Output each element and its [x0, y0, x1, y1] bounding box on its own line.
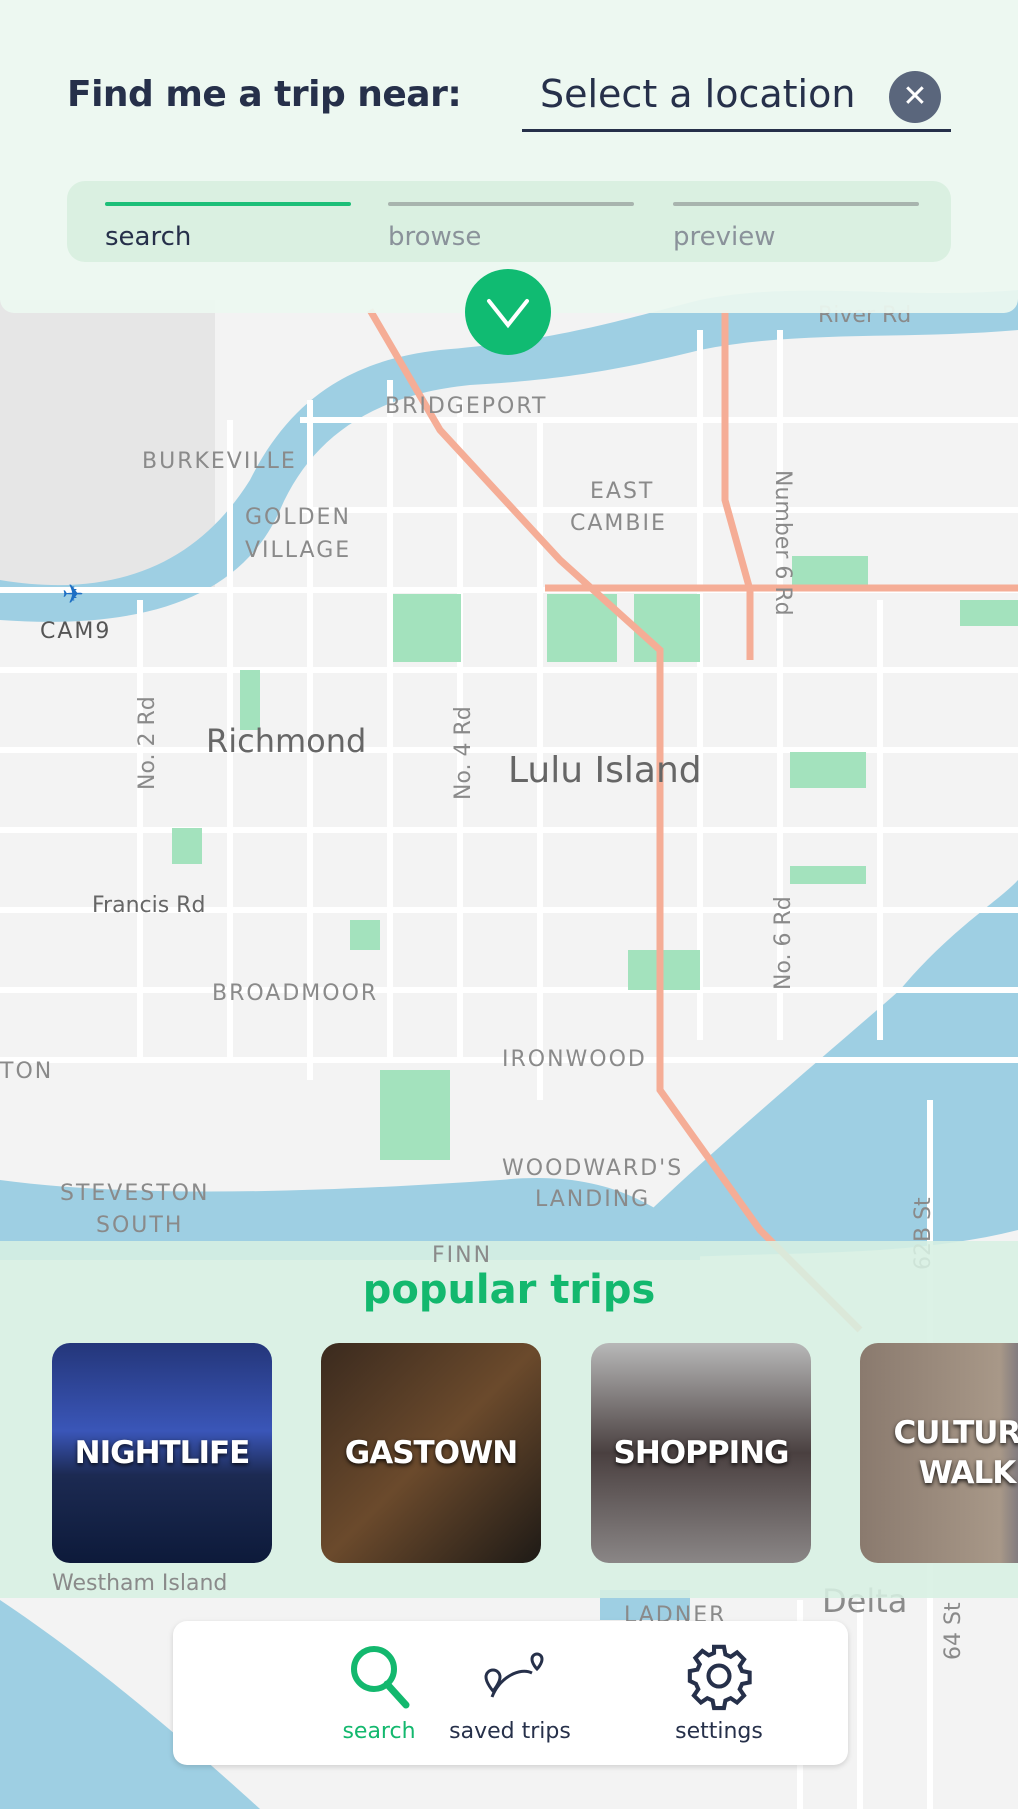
map-label: STEVESTON	[60, 1181, 209, 1206]
popular-trips-title: popular trips	[362, 1267, 656, 1313]
nav-saved-trips[interactable]: saved trips	[410, 1641, 610, 1744]
map-label: GOLDEN	[245, 505, 351, 530]
nav-label: saved trips	[449, 1719, 571, 1744]
location-placeholder: Select a location	[540, 72, 856, 116]
card-label: CULTURE WALK	[893, 1415, 1018, 1491]
map-label: 64 St	[941, 1602, 966, 1660]
map-label: No. 6 Rd	[771, 896, 796, 990]
map-label: CAMBIE	[570, 511, 667, 536]
map-label: BROADMOOR	[212, 981, 378, 1006]
page-title: Find me a trip near:	[67, 74, 462, 115]
search-header: Find me a trip near: Select a location ✕…	[0, 0, 1018, 313]
map-label: Francis Rd	[92, 893, 205, 918]
map-label: No. 2 Rd	[135, 696, 160, 790]
map-label: TON	[0, 1059, 53, 1084]
map-label: EAST	[590, 479, 654, 504]
bottom-nav: search saved trips settings	[173, 1621, 848, 1765]
clear-location-button[interactable]: ✕	[889, 71, 941, 123]
popular-trips-panel: popular trips NIGHTLIFE GASTOWN SHOPPING…	[0, 1241, 1018, 1598]
location-input[interactable]: Select a location	[522, 64, 951, 132]
map-label: SOUTH	[96, 1213, 183, 1238]
step-bar	[105, 202, 351, 206]
map-label: Richmond	[206, 722, 366, 760]
route-pins-icon	[484, 1652, 544, 1698]
step-search[interactable]: search	[105, 202, 351, 252]
card-label: GASTOWN	[344, 1435, 518, 1471]
map-label: Number 6 Rd	[770, 470, 795, 616]
map-label: BURKEVILLE	[142, 449, 297, 474]
close-icon: ✕	[902, 79, 928, 114]
step-preview[interactable]: preview	[673, 202, 919, 252]
gear-icon	[687, 1644, 752, 1711]
step-bar	[673, 202, 919, 206]
expand-button[interactable]	[465, 269, 551, 355]
step-label: browse	[388, 222, 482, 252]
map-label: WOODWARD'S	[502, 1156, 683, 1181]
card-label: SHOPPING	[613, 1435, 790, 1471]
step-label: preview	[673, 222, 776, 252]
trip-card-culture-walk[interactable]: CULTURE WALK	[860, 1343, 1018, 1563]
step-label: search	[105, 222, 192, 252]
step-bar	[388, 202, 634, 206]
map-label: Lulu Island	[508, 750, 702, 791]
trip-card-gastown[interactable]: GASTOWN	[321, 1343, 541, 1563]
map-label: BRIDGEPORT	[385, 394, 547, 419]
map-label: No. 4 Rd	[451, 706, 476, 800]
map-label: LANDING	[535, 1187, 650, 1212]
map-label: VILLAGE	[245, 538, 351, 563]
nav-label: settings	[675, 1719, 763, 1744]
airport-icon: ✈	[62, 580, 84, 610]
search-icon	[351, 1646, 410, 1709]
card-label: NIGHTLIFE	[74, 1435, 251, 1471]
map-label: CAM9	[40, 619, 111, 644]
map-label: IRONWOOD	[502, 1047, 647, 1072]
nav-settings[interactable]: settings	[619, 1641, 819, 1744]
trip-card-shopping[interactable]: SHOPPING	[591, 1343, 811, 1563]
progress-steps: search browse preview	[67, 181, 951, 262]
chevron-down-icon	[487, 299, 529, 329]
step-browse[interactable]: browse	[388, 202, 634, 252]
trip-card-nightlife[interactable]: NIGHTLIFE	[52, 1343, 272, 1563]
